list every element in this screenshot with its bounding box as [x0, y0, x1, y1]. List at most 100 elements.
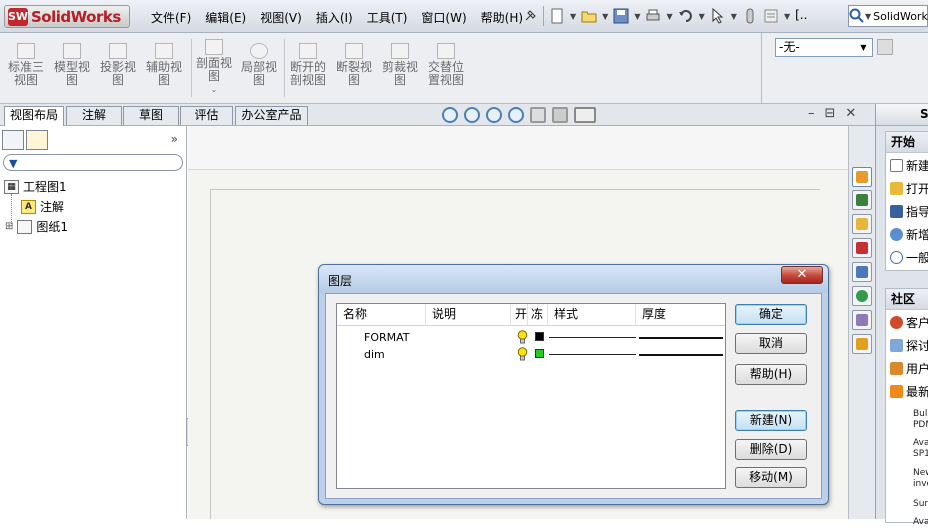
column-header-freeze[interactable]: 冻: [528, 304, 548, 325]
property-manager-tab-icon[interactable]: [26, 130, 48, 150]
news-item[interactable]: Newinve: [913, 468, 928, 490]
open-folder-icon[interactable]: [581, 8, 597, 24]
hide-show-items-icon[interactable]: [574, 107, 596, 123]
column-header-thickness[interactable]: 厚度: [636, 304, 725, 325]
menu-view[interactable]: 视图(V): [253, 9, 309, 26]
dialog-close-button[interactable]: ✕: [781, 266, 823, 284]
expand-icon[interactable]: ⊞: [5, 221, 13, 232]
custom-properties-icon[interactable]: [852, 310, 872, 330]
column-header-on[interactable]: 开: [511, 304, 528, 325]
section-view-dropdown-icon[interactable]: ⌄: [196, 83, 232, 96]
search-box[interactable]: ▼ SolidWorks: [848, 5, 928, 27]
dialog-title-bar[interactable]: 图层 ✕: [319, 265, 828, 293]
save-icon[interactable]: [613, 8, 629, 24]
tab-view-layout[interactable]: 视图布局: [4, 106, 64, 126]
rebuild-icon[interactable]: [742, 8, 758, 24]
delete-layer-button[interactable]: 删除(D): [735, 439, 807, 460]
menu-file[interactable]: 文件(F): [144, 9, 198, 26]
open-dropdown-icon[interactable]: ▼: [602, 12, 608, 21]
table-row[interactable]: dim: [337, 346, 725, 363]
minimize-icon[interactable]: –: [808, 106, 815, 121]
search-icon[interactable]: [849, 8, 865, 24]
new-layer-button[interactable]: 新建(N): [735, 410, 807, 431]
link-user-groups[interactable]: 用户: [890, 360, 928, 377]
home-icon[interactable]: [852, 167, 872, 187]
search-results-icon[interactable]: [852, 238, 872, 258]
crop-view-button[interactable]: 剪裁视 图: [382, 43, 418, 87]
projected-view-button[interactable]: 投影视 图: [100, 43, 136, 87]
close-icon[interactable]: ✕: [845, 106, 856, 121]
layer-thickness-line[interactable]: [639, 354, 723, 356]
column-header-description[interactable]: 说明: [426, 304, 511, 325]
new-dropdown-icon[interactable]: ▼: [570, 12, 576, 21]
save-dropdown-icon[interactable]: ▼: [634, 12, 640, 21]
broken-out-section-button[interactable]: 断开的 剖视图: [290, 43, 326, 87]
undo-dropdown-icon[interactable]: ▼: [699, 12, 705, 21]
cancel-button[interactable]: 取消: [735, 333, 807, 354]
help-button[interactable]: 帮助(H): [735, 364, 807, 385]
link-discussion[interactable]: 探讨: [890, 337, 928, 354]
tree-item-annotations[interactable]: A 注解: [21, 198, 64, 215]
link-general[interactable]: 一般: [890, 249, 928, 266]
view-palette-icon[interactable]: [852, 262, 872, 282]
options-icon[interactable]: [763, 8, 779, 24]
open-folder-tab-icon[interactable]: [852, 334, 872, 354]
tab-annotation[interactable]: 注解: [66, 106, 122, 125]
column-header-style[interactable]: 样式: [548, 304, 636, 325]
tab-sketch[interactable]: 草图: [123, 106, 179, 125]
layer-style-line[interactable]: [549, 337, 636, 338]
column-header-name[interactable]: 名称: [337, 304, 426, 325]
select-arrow-icon[interactable]: [710, 7, 726, 24]
rebuild-view-icon[interactable]: [508, 107, 524, 123]
solidworks-logo[interactable]: SW SolidWorks: [4, 5, 130, 28]
section-view-button[interactable]: 剖面视 图 ⌄: [196, 39, 232, 96]
design-library-icon[interactable]: [852, 190, 872, 210]
tree-filter-input[interactable]: ▼: [3, 154, 183, 171]
auxiliary-view-button[interactable]: 辅助视 图: [146, 43, 182, 87]
ok-button[interactable]: 确定: [735, 304, 807, 325]
feature-manager-tab-icon[interactable]: [2, 130, 24, 150]
pin-icon[interactable]: [522, 8, 538, 24]
layer-select[interactable]: -无- ▼: [775, 38, 873, 57]
detail-view-button[interactable]: 局部视 图: [241, 43, 277, 87]
link-customer-portal[interactable]: 客户: [890, 314, 928, 331]
tree-item-sheet[interactable]: ⊞ 图纸1: [5, 218, 68, 235]
new-document-icon[interactable]: [549, 8, 565, 24]
link-tutorials[interactable]: 指导: [890, 203, 928, 220]
search-input[interactable]: SolidWorks: [873, 10, 928, 23]
print-dropdown-icon[interactable]: ▼: [666, 12, 672, 21]
view-orientation-icon[interactable]: [552, 107, 568, 123]
tab-evaluate[interactable]: 评估: [180, 106, 233, 125]
news-item[interactable]: BullPDM: [913, 409, 928, 431]
display-style-icon[interactable]: [530, 107, 546, 123]
layer-thickness-line[interactable]: [639, 337, 723, 339]
link-latest-news[interactable]: 最新: [890, 383, 928, 400]
layer-properties-icon[interactable]: [877, 39, 893, 55]
zoom-to-fit-icon[interactable]: [442, 107, 458, 123]
lightbulb-on-icon[interactable]: [517, 330, 528, 344]
restore-icon[interactable]: ⊟: [825, 106, 836, 121]
move-layer-button[interactable]: 移动(M): [735, 467, 807, 488]
layer-color-swatch[interactable]: [535, 349, 544, 358]
zoom-to-area-icon[interactable]: [464, 107, 480, 123]
layer-style-line[interactable]: [549, 354, 636, 355]
search-dropdown-icon[interactable]: ▼: [865, 12, 871, 21]
tab-office-products[interactable]: 办公室产品: [235, 106, 308, 125]
lightbulb-on-icon[interactable]: [517, 347, 528, 361]
layer-color-swatch[interactable]: [535, 332, 544, 341]
link-open[interactable]: 打开: [890, 180, 928, 197]
news-item[interactable]: Ava SP1: [913, 438, 928, 460]
more-tools-icon[interactable]: [..: [795, 8, 809, 24]
menu-tools[interactable]: 工具(T): [360, 9, 415, 26]
alternate-position-view-button[interactable]: 交替位 置视图: [428, 43, 464, 87]
table-row[interactable]: FORMAT: [337, 329, 725, 346]
menu-insert[interactable]: 插入(I): [309, 9, 360, 26]
break-view-button[interactable]: 断裂视 图: [336, 43, 372, 87]
select-dropdown-icon[interactable]: ▼: [731, 12, 737, 21]
previous-view-icon[interactable]: [486, 107, 502, 123]
chevron-down-icon[interactable]: ▼: [857, 41, 870, 54]
menu-window[interactable]: 窗口(W): [414, 9, 473, 26]
file-explorer-icon[interactable]: [852, 214, 872, 234]
appearances-icon[interactable]: [852, 286, 872, 306]
model-view-button[interactable]: 模型视 图: [54, 43, 90, 87]
